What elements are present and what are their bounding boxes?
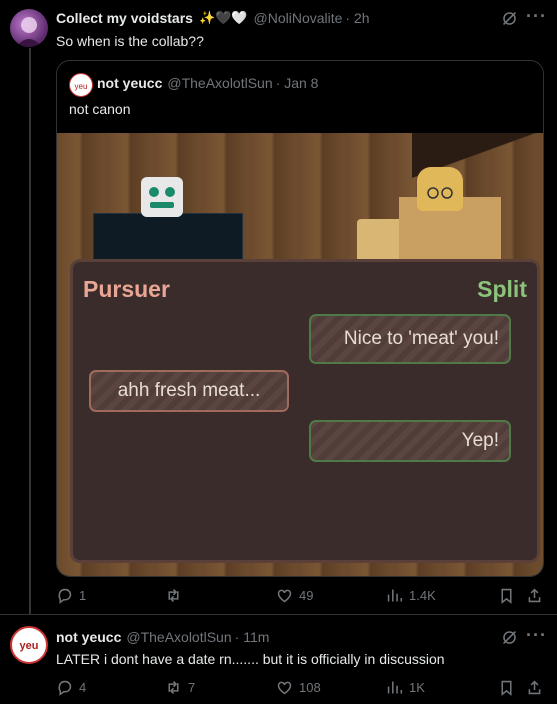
retweet-button[interactable] xyxy=(165,587,188,604)
bookmark-icon xyxy=(501,680,512,696)
avatar-image xyxy=(16,17,42,47)
like-button[interactable]: 108 xyxy=(276,679,321,696)
grok-icon[interactable] xyxy=(501,629,518,651)
more-options-icon[interactable]: ··· xyxy=(526,625,547,646)
reply-count: 4 xyxy=(79,680,87,695)
timestamp[interactable]: · 11m xyxy=(235,629,270,645)
handle[interactable]: @NoliNovalite xyxy=(254,10,343,26)
display-name[interactable]: not yeucc xyxy=(56,629,121,645)
grok-icon[interactable] xyxy=(501,10,518,32)
split-head xyxy=(417,167,463,211)
share-button[interactable] xyxy=(526,587,543,604)
heart-icon xyxy=(277,681,292,695)
pursuer-bubble-text: ahh fresh meat... xyxy=(117,380,261,401)
divider xyxy=(0,614,557,615)
dialogue-panel: Pursuer Split Nice to 'meat' you! ahh fr… xyxy=(70,259,540,563)
bookmark-icon xyxy=(501,588,512,604)
quoted-text: not canon xyxy=(69,101,131,117)
bookmark-button[interactable] xyxy=(498,587,515,604)
retweet-icon xyxy=(168,681,179,694)
retweet-icon xyxy=(168,589,179,602)
reply-button[interactable]: 1 xyxy=(56,587,86,604)
heart-icon xyxy=(277,589,292,603)
like-count: 49 xyxy=(299,588,314,603)
name-emojis: ✨🖤🤍 xyxy=(198,10,248,25)
timestamp[interactable]: · 2h xyxy=(345,10,369,26)
bookmark-button[interactable] xyxy=(498,679,515,696)
pursuer-title: Pursuer xyxy=(83,276,170,302)
share-icon xyxy=(528,680,541,695)
display-name[interactable]: Collect my voidstars xyxy=(56,10,193,26)
like-count: 108 xyxy=(299,680,321,695)
quoted-timestamp[interactable]: · Jan 8 xyxy=(276,75,319,91)
svg-text:yeu: yeu xyxy=(20,640,39,652)
views-count: 1.4K xyxy=(409,588,436,603)
svg-text:yeu: yeu xyxy=(75,82,88,91)
share-icon xyxy=(528,588,541,603)
post-header: Collect my voidstars ✨🖤🤍 @NoliNovalite ·… xyxy=(56,10,370,26)
reply-button[interactable]: 4 xyxy=(56,679,86,696)
share-button[interactable] xyxy=(526,679,543,696)
split-bubble-2: Yep! xyxy=(309,420,511,462)
views-button[interactable]: 1.4K xyxy=(386,587,436,604)
avatar[interactable]: yeu xyxy=(10,626,48,664)
pursuer-face xyxy=(149,187,175,208)
avatar[interactable] xyxy=(10,9,48,47)
views-count: 1K xyxy=(409,680,425,695)
retweet-button[interactable]: 7 xyxy=(165,679,195,696)
retweet-count: 7 xyxy=(188,680,196,695)
reply-count: 1 xyxy=(79,588,87,603)
pursuer-bubble: ahh fresh meat... xyxy=(89,370,289,412)
avatar-image: yeu xyxy=(20,640,39,652)
quoted-post[interactable]: yeu not yeucc @TheAxolotlSun · Jan 8 not… xyxy=(56,60,544,577)
views-button[interactable]: 1K xyxy=(386,679,425,696)
views-icon xyxy=(387,589,403,602)
thread-line xyxy=(29,48,31,614)
like-button[interactable]: 49 xyxy=(276,587,313,604)
quoted-image[interactable]: Pursuer Split Nice to 'meat' you! ahh fr… xyxy=(57,133,543,576)
post-text: So when is the collab?? xyxy=(56,33,204,49)
split-bubble-1-text: Nice to 'meat' you! xyxy=(343,328,499,349)
views-icon xyxy=(387,681,403,694)
split-title: Split xyxy=(477,276,527,302)
more-options-icon[interactable]: ··· xyxy=(526,6,547,27)
post-text: LATER i dont have a date rn....... but i… xyxy=(56,651,445,667)
split-face xyxy=(427,187,453,199)
quoted-display-name[interactable]: not yeucc xyxy=(97,75,162,91)
reply-icon xyxy=(58,680,72,696)
quoted-avatar-image: yeu xyxy=(75,82,88,91)
quoted-handle[interactable]: @TheAxolotlSun xyxy=(167,75,272,91)
post-header: not yeucc @TheAxolotlSun · 11m xyxy=(56,629,269,645)
quoted-header: not yeucc @TheAxolotlSun · Jan 8 xyxy=(97,75,318,91)
pursuer-head xyxy=(141,177,183,217)
reply-icon xyxy=(58,588,72,604)
handle[interactable]: @TheAxolotlSun xyxy=(126,629,231,645)
quoted-avatar[interactable]: yeu xyxy=(69,73,93,97)
split-bubble-1: Nice to 'meat' you! xyxy=(309,314,511,364)
split-bubble-2-text: Yep! xyxy=(461,430,499,451)
